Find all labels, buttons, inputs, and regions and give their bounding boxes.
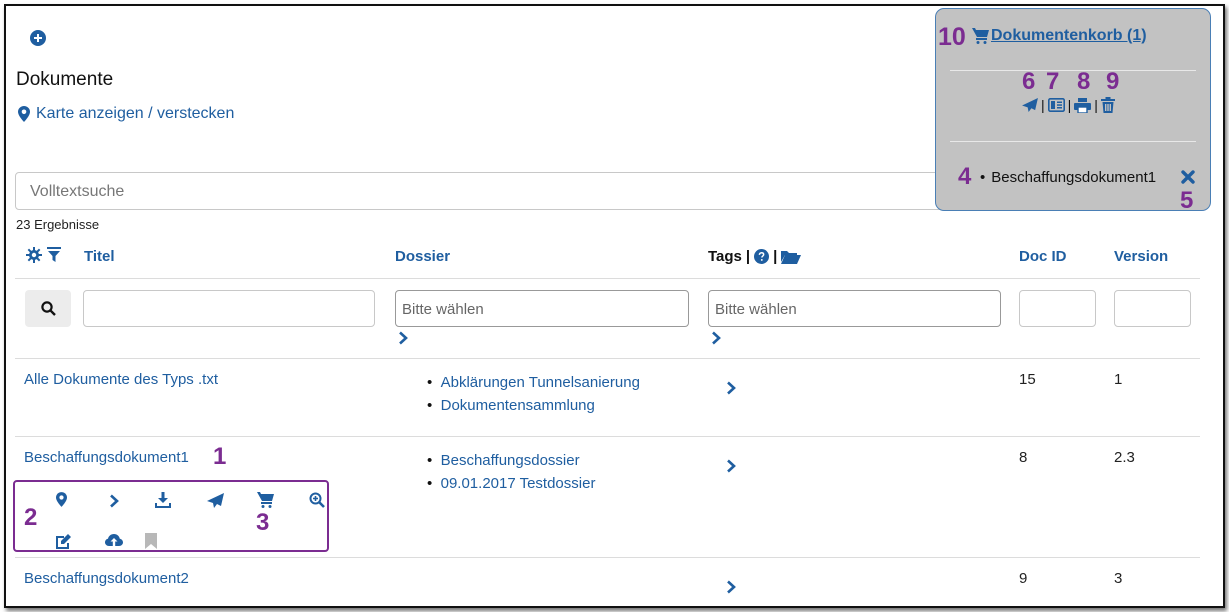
bookmark-icon[interactable] (145, 533, 157, 549)
cloud-upload-icon[interactable] (105, 534, 123, 549)
dossier-list: • Abklärungen Tunnelsanierung • Dokument… (427, 371, 640, 417)
annotation-marker: 7 (1046, 68, 1060, 95)
list-item: • Dokumentensammlung (427, 397, 595, 414)
basket-item-bullet: • (980, 169, 986, 186)
page-title: Dokumente (16, 69, 114, 90)
basket-divider (950, 70, 1196, 71)
column-header-title[interactable]: Titel (84, 248, 115, 265)
basket-title-link[interactable]: Dokumentenkorb (1) (972, 27, 1147, 45)
fulltext-search-input[interactable]: Volltextsuche (15, 172, 975, 210)
document-title-link[interactable]: Beschaffungsdokument1 (24, 449, 189, 466)
column-header-dossier[interactable]: Dossier (395, 248, 450, 265)
document-actions-panel: 2 3 (13, 480, 329, 552)
basket-actions: | | | (1022, 97, 1115, 113)
basket-divider (950, 141, 1196, 142)
filter-icon[interactable] (47, 247, 61, 263)
map-toggle-label: Karte anzeigen / verstecken (36, 105, 235, 122)
document-title-link[interactable]: Alle Dokumente des Typs .txt (24, 371, 218, 388)
list-item: • Abklärungen Tunnelsanierung (427, 374, 640, 391)
annotation-marker: 3 (256, 509, 270, 536)
chevron-right-icon[interactable] (711, 331, 723, 345)
doc-id-filter-input[interactable] (1019, 290, 1096, 327)
dossier-link[interactable]: Abklärungen Tunnelsanierung (441, 374, 640, 391)
title-filter-input[interactable] (83, 290, 375, 327)
send-icon[interactable] (207, 493, 224, 508)
annotation-marker: 5 (1180, 187, 1194, 214)
dossier-link[interactable]: Dokumentensammlung (441, 397, 595, 414)
tags-filter-select[interactable]: Bitte wählen (708, 290, 1001, 327)
basket-item-title: Beschaffungsdokument1 (991, 169, 1157, 186)
version-value: 1 (1114, 371, 1123, 388)
remove-item-close-icon[interactable] (1181, 170, 1195, 184)
tags-header-separator: | (745, 248, 751, 265)
tags-header-separator-2: | (773, 248, 778, 265)
version-value: 3 (1114, 570, 1123, 587)
trash-icon[interactable] (1100, 97, 1115, 113)
chevron-right-icon[interactable] (398, 331, 410, 345)
dossier-link[interactable]: 09.01.2017 Testdossier (441, 475, 596, 492)
chevron-right-icon[interactable] (726, 381, 738, 395)
chevron-right-icon[interactable] (726, 459, 738, 473)
document-list-page: Dokumente Karte anzeigen / verstecken Vo… (4, 4, 1225, 608)
map-marker-icon (18, 106, 30, 122)
action-separator: | (1041, 97, 1045, 113)
map-toggle-link[interactable]: Karte anzeigen / verstecken (18, 105, 234, 123)
version-value: 2.3 (1114, 449, 1135, 466)
header-divider (15, 278, 1200, 279)
doc-id-value: 9 (1019, 570, 1028, 587)
annotation-marker: 8 (1077, 68, 1091, 95)
send-icon[interactable] (1022, 98, 1038, 112)
list-item: • 09.01.2017 Testdossier (427, 475, 596, 492)
annotation-marker: 4 (958, 163, 972, 190)
add-document-icon[interactable] (30, 30, 46, 46)
export-icon[interactable] (1047, 98, 1065, 112)
action-separator: | (1094, 97, 1098, 113)
tags-filter-placeholder: Bitte wählen (715, 301, 797, 318)
search-icon (40, 301, 56, 316)
cart-icon (972, 28, 989, 44)
folder-open-icon[interactable] (781, 249, 802, 264)
dossier-link[interactable]: Beschaffungsdossier (441, 452, 580, 469)
fulltext-search-placeholder: Volltextsuche (30, 183, 125, 200)
column-search-button[interactable] (25, 290, 71, 327)
annotation-marker: 10 (938, 23, 966, 51)
column-header-version[interactable]: Version (1114, 248, 1168, 265)
tags-header-label: Tags (708, 248, 742, 265)
basket-title: Dokumentenkorb (1) (991, 27, 1147, 44)
basket-item: • Beschaffungsdokument1 (980, 169, 1156, 186)
help-icon[interactable] (754, 249, 770, 264)
map-marker-icon[interactable] (56, 492, 67, 507)
print-icon[interactable] (1074, 97, 1092, 113)
document-basket-panel: 10 Dokumentenkorb (1) 6 7 8 9 | | | 4 • … (935, 8, 1211, 214)
result-count: 23 Ergebnisse (16, 217, 100, 232)
edit-icon[interactable] (55, 534, 72, 549)
document-title-link[interactable]: Beschaffungsdokument2 (24, 570, 189, 587)
annotation-marker: 2 (24, 504, 38, 531)
list-item: • Beschaffungsdossier (427, 452, 580, 469)
row-divider (15, 436, 1200, 437)
doc-id-value: 15 (1019, 371, 1036, 388)
version-filter-input[interactable] (1114, 290, 1191, 327)
annotation-marker: 1 (213, 443, 227, 470)
dossier-list: • Beschaffungsdossier • 09.01.2017 Testd… (427, 449, 595, 495)
download-icon[interactable] (155, 492, 171, 508)
chevron-right-icon[interactable] (726, 580, 738, 594)
action-separator: | (1067, 97, 1072, 113)
cart-icon[interactable] (257, 492, 274, 508)
doc-id-value: 8 (1019, 449, 1028, 466)
column-header-doc-id[interactable]: Doc ID (1019, 248, 1067, 265)
row-divider (15, 557, 1200, 558)
row-divider (15, 358, 1200, 359)
dossier-filter-placeholder: Bitte wählen (402, 301, 484, 318)
settings-gear-icon[interactable] (26, 247, 42, 263)
zoom-in-icon[interactable] (309, 492, 325, 508)
column-header-tags: Tags | | (708, 248, 802, 265)
annotation-marker: 9 (1106, 68, 1120, 95)
annotation-marker: 6 (1022, 68, 1036, 95)
dossier-filter-select[interactable]: Bitte wählen (395, 290, 689, 327)
chevron-right-icon[interactable] (109, 494, 121, 508)
